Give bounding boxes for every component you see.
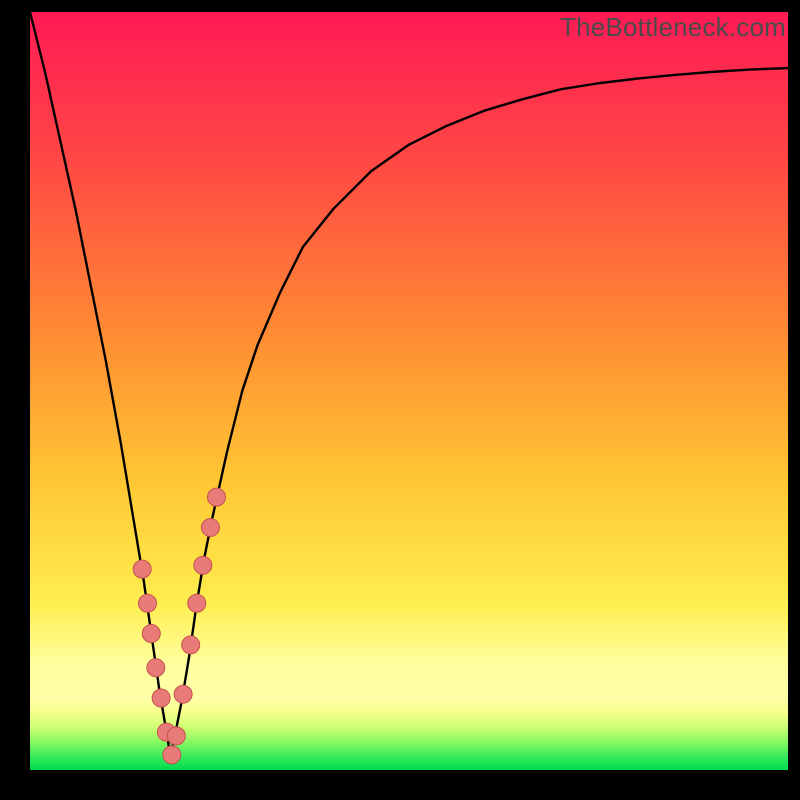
marker-point: [182, 636, 200, 654]
marker-point: [152, 689, 170, 707]
marker-point: [133, 560, 151, 578]
plot-area: [30, 12, 788, 770]
marker-point: [138, 594, 156, 612]
marker-point: [207, 488, 225, 506]
marker-point: [167, 727, 185, 745]
marker-point: [147, 659, 165, 677]
gradient-background: [30, 12, 788, 770]
marker-point: [188, 594, 206, 612]
marker-point: [142, 625, 160, 643]
chart-frame: TheBottleneck.com: [0, 0, 800, 800]
chart-svg: [30, 12, 788, 770]
marker-point: [163, 746, 181, 764]
watermark-text: TheBottleneck.com: [560, 12, 786, 43]
marker-point: [174, 685, 192, 703]
marker-point: [194, 556, 212, 574]
marker-point: [201, 518, 219, 536]
